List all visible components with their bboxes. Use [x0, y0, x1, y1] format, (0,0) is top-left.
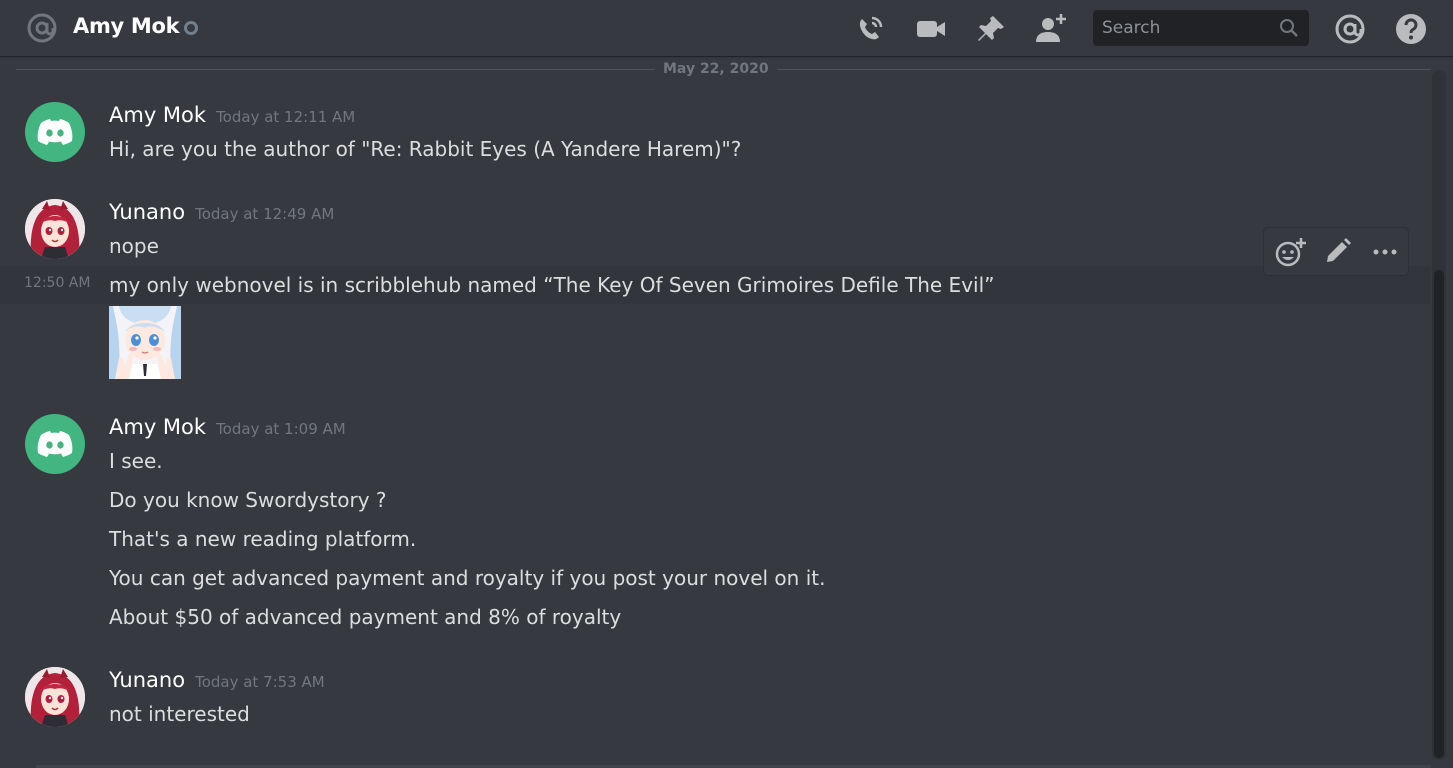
image-attachment[interactable] [109, 306, 181, 379]
search-icon[interactable] [1279, 18, 1299, 38]
at-icon [26, 12, 58, 44]
message-author[interactable]: Yunano Today at 12:49 AM [109, 200, 334, 224]
anime-girl-icon [25, 667, 85, 727]
message-text: You can get advanced payment and royalty… [109, 566, 826, 590]
avatar[interactable] [25, 199, 85, 259]
author-name[interactable]: Amy Mok [109, 415, 206, 439]
avatar[interactable] [25, 414, 85, 474]
video-call-icon[interactable] [914, 12, 948, 46]
add-friend-icon[interactable] [1034, 12, 1068, 46]
message-text: nope [109, 234, 159, 258]
pin-icon[interactable] [974, 12, 1008, 46]
voice-call-icon[interactable] [853, 12, 887, 46]
author-name[interactable]: Amy Mok [109, 103, 206, 127]
channel-header: Amy Mok [0, 0, 1453, 56]
author-name[interactable]: Yunano [109, 668, 185, 692]
status-indicator [184, 21, 198, 35]
help-icon[interactable] [1394, 12, 1428, 46]
discord-logo-icon [37, 431, 73, 457]
scrollbar-thumb[interactable] [1434, 270, 1444, 758]
message-timestamp: Today at 1:09 AM [216, 420, 346, 438]
discord-logo-icon [37, 119, 73, 145]
search-input[interactable] [1102, 10, 1272, 46]
message-timestamp: 12:50 AM [24, 275, 91, 291]
message-author[interactable]: Amy Mok Today at 12:11 AM [109, 103, 355, 127]
channel-name: Amy Mok [73, 14, 180, 38]
message-toolbar [1263, 227, 1409, 276]
message-text: my only webnovel is in scribblehub named… [109, 273, 995, 297]
date-divider-label: May 22, 2020 [655, 61, 777, 77]
search-bar[interactable] [1093, 10, 1309, 46]
message-text: Hi, are you the author of "Re: Rabbit Ey… [109, 137, 742, 161]
message-text: not interested [109, 702, 250, 726]
anime-girl-icon [25, 199, 85, 259]
avatar[interactable] [25, 102, 85, 162]
message-text: That's a new reading platform. [109, 527, 417, 551]
message-timestamp: Today at 7:53 AM [195, 673, 325, 691]
mentions-icon[interactable] [1333, 12, 1367, 46]
message-timestamp: Today at 12:49 AM [195, 205, 335, 223]
message-timestamp: Today at 12:11 AM [216, 108, 356, 126]
edit-icon[interactable] [1320, 235, 1354, 269]
message-author[interactable]: Amy Mok Today at 1:09 AM [109, 415, 346, 439]
message-text: Do you know Swordystory ? [109, 488, 387, 512]
message-text: About $50 of advanced payment and 8% of … [109, 605, 622, 629]
author-name[interactable]: Yunano [109, 200, 185, 224]
message-author[interactable]: Yunano Today at 7:53 AM [109, 668, 325, 692]
message-text: I see. [109, 449, 163, 473]
avatar[interactable] [25, 667, 85, 727]
more-options-icon[interactable] [1368, 235, 1402, 269]
add-reaction-icon[interactable] [1273, 235, 1307, 269]
anime-image-icon [109, 306, 181, 379]
